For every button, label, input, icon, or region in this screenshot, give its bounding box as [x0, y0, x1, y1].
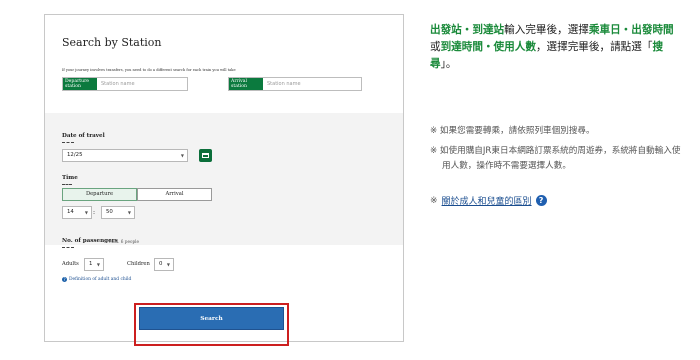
- time-separator: :: [93, 209, 96, 216]
- arrival-station-field[interactable]: Arrival station Station name: [228, 77, 362, 91]
- question-icon[interactable]: ?: [535, 195, 547, 206]
- date-select-value: 12/25: [67, 152, 83, 158]
- arrival-station-input[interactable]: Station name: [263, 78, 301, 90]
- question-icon: ?: [62, 277, 67, 282]
- adults-label: Adults: [62, 261, 79, 267]
- note-transfer: ※ 如果您需要轉乘，請依照列車個別搜尋。: [430, 126, 595, 136]
- hour-value: 14: [67, 209, 74, 215]
- calendar-icon[interactable]: [199, 149, 212, 162]
- children-label: Children: [127, 261, 150, 267]
- instruction-text: 出發站・到達站輸入完畢後，選擇乘車日・出發時間或到達時間・使用人數，選擇完畢後，…: [430, 22, 680, 73]
- instr-plain-4: 」。: [440, 58, 457, 70]
- departure-station-tag: Departure station: [63, 78, 97, 90]
- chevron-down-icon: ▼: [180, 153, 184, 158]
- search-button[interactable]: Search: [139, 307, 284, 330]
- time-departure-toggle[interactable]: Departure: [62, 188, 137, 201]
- date-label: Date of travel: [62, 133, 105, 139]
- adult-child-link[interactable]: 關於成人和兒童的區別: [442, 194, 532, 207]
- departure-station-input[interactable]: Station name: [97, 78, 135, 90]
- passengers-max-note: Max. 6 people: [109, 239, 139, 244]
- link-prefix: ※: [430, 195, 438, 206]
- time-label: Time: [62, 175, 78, 181]
- instr-green-1: 出發站・到達站: [430, 24, 505, 36]
- children-select[interactable]: 0 ▼: [154, 258, 174, 271]
- date-label-underline: [62, 142, 74, 143]
- instr-plain-2: 或: [430, 41, 441, 53]
- minute-value: 50: [106, 209, 113, 215]
- date-select[interactable]: 12/25 ▼: [62, 149, 188, 162]
- instr-green-2: 乘車日・出發時間: [588, 24, 674, 36]
- passengers-label-underline: [62, 247, 74, 248]
- instr-plain-1: 輸入完畢後，選擇: [504, 24, 589, 36]
- departure-station-field[interactable]: Departure station Station name: [62, 77, 188, 91]
- notes-list: ※ 如果您需要轉乘，請依照列車個別搜尋。 ※ 如使用購自JR東日本網路訂票系統的…: [430, 124, 685, 179]
- search-form-panel: Search by Station If your journey involv…: [44, 14, 404, 346]
- instr-green-3: 到達時間・使用人數: [440, 41, 536, 53]
- time-label-underline: [62, 184, 72, 185]
- chevron-down-icon: ▼: [96, 262, 100, 267]
- hour-select[interactable]: 14 ▼: [62, 206, 92, 219]
- adults-value: 1: [89, 261, 93, 267]
- arrival-station-tag: Arrival station: [229, 78, 263, 90]
- note-rail-pass: ※ 如使用購自JR東日本網路訂票系統的周遊券，系統將自動輸入使用人數，操作時不需…: [430, 146, 681, 171]
- adult-child-link-row: ※ 關於成人和兒童的區別 ?: [430, 194, 547, 207]
- form-title: Search by Station: [62, 36, 162, 49]
- definition-link[interactable]: ? Definition of adult and child: [62, 277, 131, 282]
- time-arrival-toggle[interactable]: Arrival: [137, 188, 212, 201]
- children-value: 0: [159, 261, 163, 267]
- chevron-down-icon: ▼: [127, 210, 131, 215]
- minute-select[interactable]: 50 ▼: [101, 206, 135, 219]
- chevron-down-icon: ▼: [84, 210, 88, 215]
- instr-plain-3: ，選擇完畢後，請點選「: [535, 41, 653, 53]
- chevron-down-icon: ▼: [166, 262, 170, 267]
- adults-select[interactable]: 1 ▼: [84, 258, 104, 271]
- transfer-note: If your journey involves transfers, you …: [62, 68, 236, 72]
- definition-link-text[interactable]: Definition of adult and child: [69, 277, 131, 282]
